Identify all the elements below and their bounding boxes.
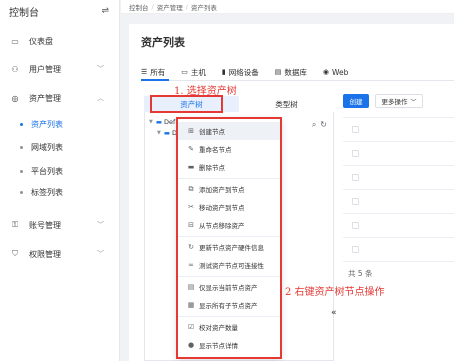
table-header	[343, 118, 454, 142]
sidebar: 控制台 ⇌ ▭ 仪表盘 ⚇ 用户管理 ﹀ ◎ 资产管理 ︿ 资产列表 网域列表 …	[0, 0, 120, 361]
bullet-icon	[20, 169, 23, 173]
search-icon[interactable]: ⌕	[312, 120, 316, 130]
dashboard-icon: ▭	[11, 36, 19, 46]
breadcrumb-item: 资产列表	[190, 3, 217, 12]
checkbox[interactable]	[352, 174, 359, 181]
tab-all[interactable]: ☰ 所有	[141, 64, 165, 80]
sidebar-subitem-label: 网域列表	[31, 142, 63, 152]
bullet-icon	[20, 145, 23, 149]
sidebar-item-dashboard[interactable]: ▭ 仪表盘	[0, 31, 120, 51]
chevron-down-icon[interactable]: ▼	[157, 130, 161, 136]
chevron-down-icon: ﹀	[97, 65, 104, 73]
host-icon: ▭	[181, 68, 188, 76]
tab-web[interactable]: ◉ Web	[323, 64, 348, 80]
sidebar-item-permissions[interactable]: ⛉ 权限管理 ﹀	[0, 244, 120, 264]
tab-network[interactable]: ▮ 网络设备	[222, 64, 259, 80]
sidebar-item-label: 账号管理	[29, 220, 61, 230]
tab-database[interactable]: ▤ 数据库	[275, 64, 307, 80]
sidebar-subitem-label: 平台列表	[31, 166, 63, 176]
breadcrumb-item[interactable]: 控制台	[129, 2, 149, 12]
table-row[interactable]	[343, 214, 454, 238]
tabs-divider	[141, 80, 454, 81]
sidebar-item-label: 资产管理	[29, 93, 61, 103]
chevron-up-icon: ︿	[97, 94, 104, 102]
checkbox[interactable]	[352, 198, 359, 205]
sidebar-subitem-label: 资产列表	[31, 119, 63, 129]
breadcrumb-item[interactable]: 资产管理	[157, 2, 183, 12]
folder-icon: ▬	[163, 129, 171, 137]
sidebar-subitem-label-list[interactable]: 标签列表	[0, 182, 120, 202]
chevron-down-icon: ﹀	[97, 250, 104, 258]
annotation-box-asset-tree	[150, 95, 223, 113]
web-icon: ◉	[322, 68, 329, 76]
menu-fold-icon[interactable]: ⇌	[101, 6, 109, 16]
network-icon: ▮	[221, 68, 226, 76]
annotation-step2: 2 右键资产树节点操作	[285, 287, 385, 298]
asset-table	[343, 117, 454, 262]
tree-tools: ⌕ ↻	[312, 120, 327, 130]
annotation-step1: 1. 选择资产树	[174, 86, 237, 97]
bullet-icon	[20, 122, 23, 126]
table-row[interactable]	[343, 238, 454, 262]
total-count: 共 5 条	[348, 269, 373, 278]
sidebar-item-label: 用户管理	[29, 64, 61, 74]
create-button[interactable]: 创建	[343, 94, 369, 108]
sidebar-item-label: 权限管理	[29, 249, 61, 259]
collapse-icon[interactable]: «	[331, 308, 337, 318]
tab-host[interactable]: ▭ 主机	[181, 64, 206, 80]
database-icon: ▤	[274, 68, 282, 76]
annotation-box-context-menu	[176, 117, 282, 359]
sidebar-item-label: 仪表盘	[29, 36, 53, 46]
sidebar-subitem-platform-list[interactable]: 平台列表	[0, 161, 120, 181]
sidebar-subitem-domain-list[interactable]: 网域列表	[0, 137, 120, 157]
checkbox[interactable]	[352, 150, 359, 157]
sidebar-subitem-asset-list[interactable]: 资产列表	[0, 114, 120, 134]
active-tab-indicator	[141, 79, 169, 81]
table-row[interactable]	[343, 166, 454, 190]
sidebar-header: 控制台 ⇌	[0, 0, 119, 22]
sidebar-item-accounts[interactable]: ⚿ 账号管理 ﹀	[0, 215, 120, 235]
table-row[interactable]	[343, 142, 454, 166]
refresh-icon[interactable]: ↻	[320, 120, 327, 130]
tab-type-tree[interactable]: 类型树	[239, 96, 334, 112]
more-actions-button[interactable]: 更多操作 ﹀	[375, 94, 423, 108]
list-icon: ☰	[141, 68, 148, 76]
chevron-down-icon: ﹀	[410, 98, 417, 106]
checkbox[interactable]	[352, 222, 359, 229]
bullet-icon	[20, 190, 23, 194]
asset-type-tabs: ☰ 所有 ▭ 主机 ▮ 网络设备 ▤ 数据库 ◉ Web	[141, 64, 364, 80]
sidebar-subitem-label: 标签列表	[31, 187, 63, 197]
checkbox[interactable]	[352, 246, 359, 253]
chevron-down-icon[interactable]: ▼	[149, 119, 153, 125]
chevron-down-icon: ﹀	[97, 221, 104, 229]
page-title: 资产列表	[141, 36, 185, 49]
asset-icon: ◎	[11, 93, 19, 103]
users-icon: ⚇	[11, 64, 19, 74]
sidebar-item-assets[interactable]: ◎ 资产管理 ︿	[0, 88, 120, 108]
tree-node-root[interactable]: ▼ ▬ Def	[149, 118, 175, 126]
folder-icon: ▬	[155, 118, 163, 126]
permission-icon: ⛉	[12, 249, 18, 258]
checkbox[interactable]	[352, 126, 359, 133]
breadcrumb: 控制台 / 资产管理 / 资产列表	[121, 0, 454, 14]
account-icon: ⚿	[11, 220, 19, 229]
sidebar-item-users[interactable]: ⚇ 用户管理 ﹀	[0, 59, 120, 79]
table-row[interactable]	[343, 190, 454, 214]
sidebar-title: 控制台	[9, 7, 39, 19]
